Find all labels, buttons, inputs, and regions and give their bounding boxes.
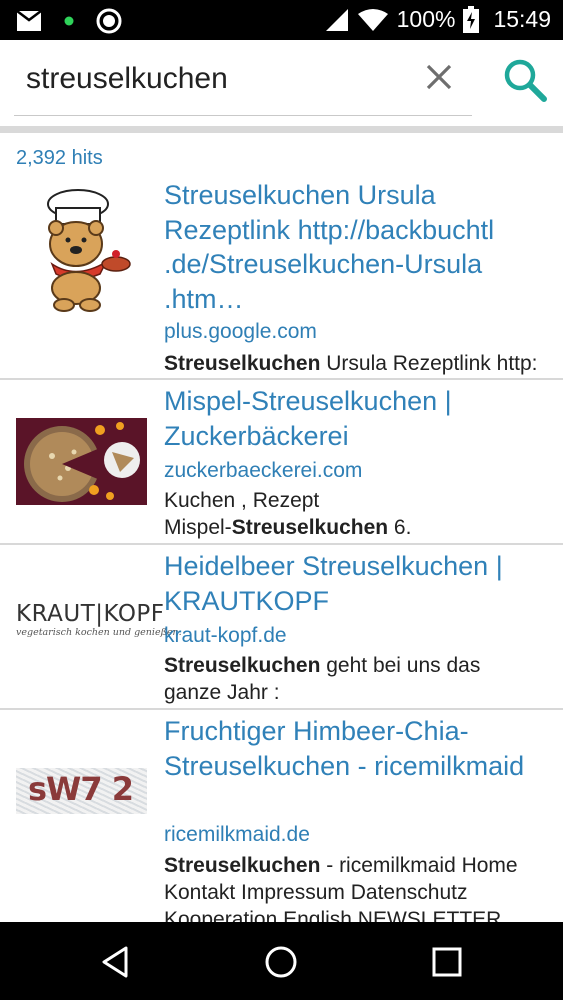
captcha-image: sW7 2 [16,768,147,814]
result-domain: zuckerbaeckerei.com [164,459,363,482]
result-domain: ricemilkmaid.de [164,823,310,846]
snippet-bold: Streuselkuchen [164,654,321,677]
snippet-line: ganze Jahr : [164,681,280,704]
status-icons-left [16,8,122,34]
search-result[interactable]: Mispel-Streuselkuchen | Zuckerbäckerei z… [0,380,563,543]
result-title[interactable]: Heidelbeer Streuselkuchen | KRAUTKOPF [164,549,554,618]
logo-subtext: vegetarisch kochen und genießen. [16,627,182,638]
mail-icon [16,10,42,31]
signal-icon [325,8,348,31]
search-input-underline [14,115,472,116]
record-icon [96,8,122,34]
battery-percent: 100% [396,6,456,32]
search-result[interactable]: KRAUT|KOPF vegetarisch kochen und genieß… [0,545,563,708]
result-domain: kraut-kopf.de [164,624,287,647]
snippet-line: Streuselkuchen - ricemilkmaid Home [164,852,563,879]
search-input[interactable]: streuselkuchen [26,62,228,96]
result-domain: plus.google.com [164,320,317,343]
snippet-line: Kooperation English NEWSLETTER [164,908,502,922]
baker-teddy-bear-image [47,189,131,312]
snippet-bold: Streuselkuchen [164,352,321,375]
result-title[interactable]: Fruchtiger Himbeer-Chia-Streuselkuchen -… [164,714,554,783]
result-title[interactable]: Mispel-Streuselkuchen | Zuckerbäckerei [164,384,554,453]
snippet-text: Ursula Rezeptlink http: [320,352,538,375]
snippet-text: - ricemilkmaid Home [320,854,518,877]
status-bar: 100% 15:49 [0,0,563,40]
snippet-text: Mispel- [164,516,232,539]
search-bar: streuselkuchen [0,40,563,126]
snippet-bold: Streuselkuchen [164,854,321,877]
search-result[interactable]: sW7 2 Fruchtiger Himbeer-Chia-Streuselku… [0,710,563,922]
captcha-text: sW7 2 [28,770,134,808]
snippet-line: Streuselkuchen geht bei uns das [164,652,563,679]
snippet-line: Kontakt Impressum Datenschutz [164,881,468,904]
wifi-icon [357,8,388,31]
snippet-text: geht bei uns das [320,654,481,677]
home-icon[interactable] [261,942,301,982]
result-snippet: Streuselkuchen - ricemilkmaid Home Konta… [164,852,563,922]
logo-text: KRAUT|KOPF [16,601,165,627]
search-icon[interactable] [503,58,547,102]
krautkopf-logo: KRAUT|KOPF vegetarisch kochen und genieß… [16,601,182,638]
close-icon[interactable] [424,62,454,92]
result-snippet: Streuselkuchen geht bei uns das ganze Ja… [164,652,563,706]
results-count: 2,392 hits [16,147,103,169]
snippet-text: 6. [388,516,412,539]
search-divider [0,126,563,133]
streusel-cake-photo [16,418,147,505]
snippet-line: Mispel-Streuselkuchen 6. [164,514,563,541]
battery-charging-icon [463,6,480,33]
back-icon[interactable] [96,942,136,982]
navigation-bar [0,922,563,1000]
snippet-line: Kuchen , Rezept [164,489,320,512]
status-time: 15:49 [493,6,551,32]
result-title[interactable]: Streuselkuchen Ursula Rezeptlink http://… [164,178,554,316]
snippet-bold: Streuselkuchen [231,516,389,539]
search-result[interactable]: Streuselkuchen Ursula Rezeptlink http://… [0,176,563,378]
status-icons-right: 100% 15:49 [325,6,551,33]
result-snippet: Streuselkuchen Ursula Rezeptlink http: [164,350,563,377]
result-snippet: Kuchen , Rezept Mispel-Streuselkuchen 6. [164,487,563,541]
notification-dot-icon [64,16,74,26]
recents-icon[interactable] [427,942,467,982]
